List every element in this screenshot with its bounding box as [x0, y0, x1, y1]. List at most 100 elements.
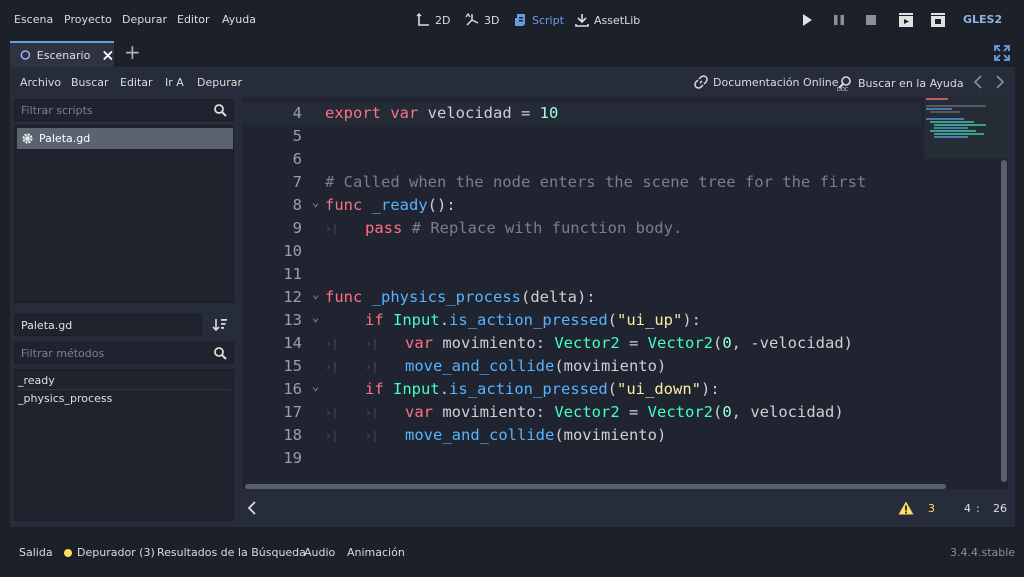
method-list-item[interactable]: _physics_process: [18, 392, 112, 405]
menu-ayuda[interactable]: Ayuda: [222, 13, 256, 26]
code-token: , velocidad): [731, 403, 844, 421]
tab-resultados[interactable]: Resultados de la Búsqueda: [157, 546, 306, 559]
code-token: (: [607, 380, 618, 398]
add-scene-tab-icon[interactable]: +: [124, 42, 141, 62]
stop-icon[interactable]: [863, 12, 879, 28]
tab-animacion[interactable]: Animación: [347, 546, 405, 559]
code-text: var movimiento: Vector2 = Vector2(0, -ve…: [405, 332, 853, 355]
code-text: func _physics_process(delta):: [325, 286, 596, 309]
minimap-line: [930, 130, 976, 132]
history-forward-icon[interactable]: [994, 75, 1006, 89]
code-line[interactable]: 13 ⌄ if Input.is_action_pressed("ui_up"):: [242, 309, 922, 332]
workspace-assetlib-tab[interactable]: AssetLib: [575, 11, 640, 29]
code-line[interactable]: 8 ⌄ func _ready():: [242, 194, 922, 217]
script-list-item[interactable]: Paleta.gd: [17, 128, 233, 149]
script-menu-buscar[interactable]: Buscar: [71, 76, 109, 89]
menu-depurar[interactable]: Depurar: [122, 13, 167, 26]
history-back-icon[interactable]: [972, 75, 984, 89]
code-line[interactable]: 10: [242, 240, 922, 263]
code-line[interactable]: 14 ›| ›| var movimiento: Vector2 = Vector2(…: [242, 332, 922, 355]
cursor-column: 26: [993, 502, 1007, 515]
fold-arrow-icon[interactable]: ⌄: [312, 191, 319, 214]
code-token: 0: [722, 334, 732, 352]
filter-scripts-input[interactable]: Filtrar scripts: [14, 99, 234, 121]
code-line[interactable]: 15 ›| ›| move_and_collide(movimiento): [242, 355, 922, 378]
workspace-3d-tab[interactable]: 3D: [465, 11, 499, 29]
renderer-select[interactable]: GLES2: [963, 13, 1002, 26]
minimap-line: [930, 111, 960, 113]
distraction-free-icon[interactable]: [994, 45, 1010, 61]
code-token: func: [325, 288, 363, 306]
play-custom-scene-icon[interactable]: [930, 12, 946, 28]
tab-salida[interactable]: Salida: [19, 546, 53, 559]
toggle-scripts-panel-icon[interactable]: [246, 501, 258, 515]
script-menu-ir-a[interactable]: Ir A: [165, 76, 184, 89]
code-line[interactable]: 5: [242, 125, 922, 148]
fold-arrow-icon[interactable]: ⌄: [312, 306, 319, 329]
filter-methods-input[interactable]: Filtrar métodos: [14, 342, 234, 364]
menu-escena[interactable]: Escena: [14, 13, 53, 26]
play-scene-icon[interactable]: [898, 12, 914, 28]
tab-depurador[interactable]: Depurador (3): [64, 546, 155, 559]
play-icon[interactable]: [799, 12, 815, 28]
warning-icon[interactable]: [898, 501, 914, 515]
method-list-item[interactable]: _ready: [18, 374, 55, 387]
link-icon: [694, 75, 708, 89]
pause-icon[interactable]: [831, 12, 847, 28]
code-line[interactable]: 9 ›| pass # Replace with function body.: [242, 217, 922, 240]
code-line[interactable]: 17 ›| ›| var movimiento: Vector2 = Vector2(…: [242, 401, 922, 424]
tab-indent-marker: ›|: [365, 406, 379, 419]
editor-status-row: 3 4 : 26: [242, 495, 1008, 521]
horizontal-scrollbar[interactable]: [245, 484, 946, 489]
code-token: Input: [393, 311, 440, 329]
code-text: var movimiento: Vector2 = Vector2(0, vel…: [405, 401, 844, 424]
debugger-status-dot-icon: [64, 548, 72, 557]
tab-audio-label: Audio: [304, 546, 336, 559]
code-line[interactable]: 4 export var velocidad = 10: [242, 102, 922, 125]
code-token: _physics_process: [371, 288, 521, 306]
fold-arrow-icon[interactable]: ⌄: [312, 283, 319, 306]
script-menu-depurar[interactable]: Depurar: [197, 76, 242, 89]
tab-indent-marker: ›|: [365, 337, 379, 350]
warning-count[interactable]: 3: [928, 502, 935, 515]
vertical-scrollbar[interactable]: [1001, 160, 1007, 482]
code-line[interactable]: 11: [242, 263, 922, 286]
script-menu-archivo[interactable]: Archivo: [20, 76, 61, 89]
menu-proyecto[interactable]: Proyecto: [64, 13, 112, 26]
code-line[interactable]: 6: [242, 148, 922, 171]
code-line[interactable]: 19: [242, 447, 922, 470]
code-minimap[interactable]: [924, 97, 1008, 159]
minimap-line: [926, 105, 986, 107]
workspace-2d-tab[interactable]: 2D: [416, 11, 450, 29]
code-line[interactable]: 16 ⌄ if Input.is_action_pressed("ui_down")…: [242, 378, 922, 401]
menu-editor[interactable]: Editor: [177, 13, 210, 26]
code-line[interactable]: 18 ›| ›| move_and_collide(movimiento): [242, 424, 922, 447]
online-docs-link[interactable]: Documentación Online: [694, 75, 839, 89]
3d-icon: [465, 13, 479, 26]
scene-tab[interactable]: Escenario: [10, 41, 114, 67]
tab-animacion-label: Animación: [347, 546, 405, 559]
code-token: # Replace with function body.: [411, 219, 683, 237]
sort-icon[interactable]: [212, 317, 228, 333]
tab-indent-marker: ›|: [325, 429, 339, 442]
tab-audio[interactable]: Audio: [304, 546, 335, 559]
workspace-script-tab[interactable]: Script: [513, 11, 564, 29]
search-help-label: Buscar en la Ayuda: [858, 76, 964, 90]
code-line[interactable]: 12 ⌄ func _physics_process(delta):: [242, 286, 922, 309]
close-icon[interactable]: [102, 49, 114, 62]
search-help-link[interactable]: DOC Buscar en la Ayuda: [837, 75, 964, 91]
divider: [17, 389, 231, 390]
code-line[interactable]: 7 # Called when the node enters the scene…: [242, 171, 922, 194]
code-lines: 4 export var velocidad = 10 5 6 7 # Called wh…: [242, 102, 922, 482]
method-list: _ready _physics_process: [14, 369, 234, 521]
line-number: 17: [283, 403, 302, 421]
code-text: # Called when the node enters the scene …: [325, 171, 866, 194]
code-token: "ui_up": [617, 311, 683, 329]
filter-scripts-placeholder: Filtrar scripts: [21, 104, 93, 117]
script-menu-editar[interactable]: Editar: [120, 76, 153, 89]
line-number: 4: [292, 104, 302, 122]
line-number: 12: [283, 288, 302, 306]
tab-indent-marker: ›|: [325, 222, 339, 235]
fold-arrow-icon[interactable]: ⌄: [312, 375, 319, 398]
